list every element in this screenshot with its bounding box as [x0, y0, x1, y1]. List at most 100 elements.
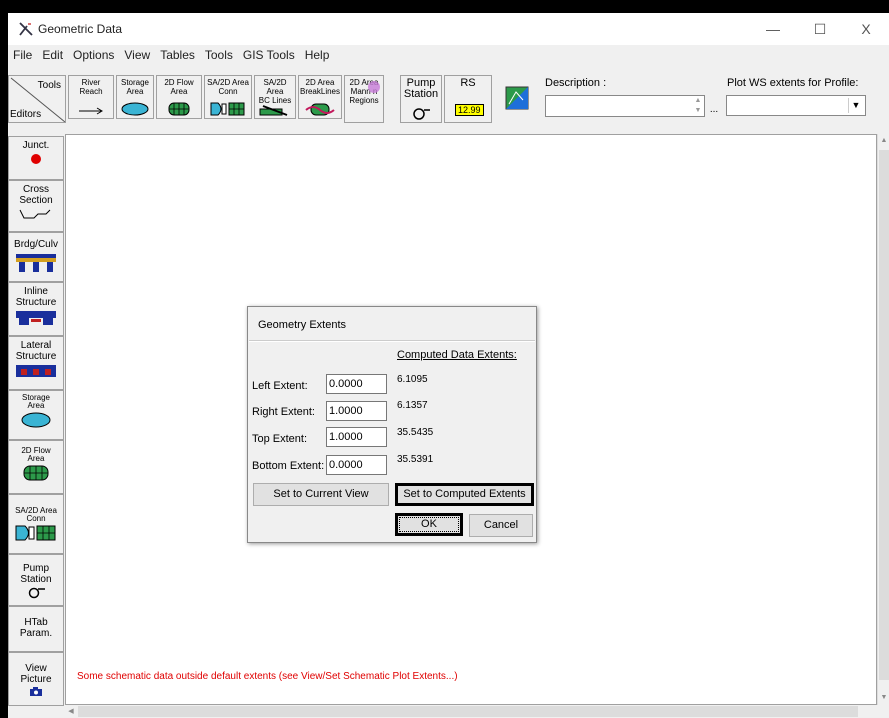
right-extent-input[interactable]: 1.0000 [326, 401, 387, 421]
cross-section-icon [19, 209, 51, 219]
bottom-extent-computed: 35.5391 [397, 454, 434, 465]
river-station-button[interactable]: RS 12.99 [444, 75, 492, 123]
menu-bar: File Edit Options View Tables Tools GIS Tools H… [8, 45, 889, 65]
breaklines-icon [305, 103, 335, 116]
2d-flow-area-icon [23, 465, 49, 481]
left-extent-input[interactable]: 0.0000 [326, 374, 387, 394]
menu-edit[interactable]: Edit [37, 45, 68, 62]
bridge-culvert-icon [16, 254, 56, 272]
2d-flow-area-button[interactable]: 2D Flow Area [156, 75, 202, 119]
sa-2d-conn-icon [210, 102, 245, 116]
pump-station-label: Pump Station [403, 77, 439, 100]
storage-area-icon [121, 102, 149, 116]
scroll-down-icon[interactable]: ▼ [878, 691, 889, 705]
sidebar-item-cross-section[interactable]: Cross Section [8, 180, 64, 232]
menu-help[interactable]: Help [300, 45, 335, 62]
menu-file[interactable]: File [8, 45, 37, 62]
left-extent-computed: 6.1095 [397, 374, 428, 385]
2d-flow-area-label: 2D Flow Area [164, 78, 194, 96]
bc-lines-label: SA/2D Area BC Lines [258, 78, 292, 105]
menu-options[interactable]: Options [68, 45, 119, 62]
dialog-title: Geometry Extents [258, 319, 347, 331]
2d-flow-area-sidebar-label: 2D Flow Area [21, 446, 51, 463]
horizontal-scroll-thumb[interactable] [78, 706, 858, 717]
sidebar-item-storage-area[interactable]: Storage Area [8, 390, 64, 440]
sidebar-item-lateral-structure[interactable]: Lateral Structure [8, 336, 64, 390]
scroll-left-icon[interactable]: ◀ [65, 705, 77, 718]
view-picture-label: View Picture [20, 663, 52, 685]
description-label: Description : [545, 77, 607, 89]
right-extent-label: Right Extent: [252, 406, 315, 418]
manning-regions-button[interactable]: 2D Area Mann n Regions [344, 75, 384, 123]
sidebar-item-inline-structure[interactable]: Inline Structure [8, 282, 64, 336]
river-reach-label: River Reach [79, 78, 103, 96]
camera-icon [30, 687, 42, 696]
description-input[interactable] [545, 95, 705, 117]
georef-button[interactable] [502, 83, 532, 113]
htab-param-label: HTab Param. [19, 617, 53, 639]
sidebar-item-bridge-culvert[interactable]: Brdg/Culv [8, 232, 64, 282]
sidebar-item-sa-2d-conn[interactable]: SA/2D Area Conn [8, 494, 64, 554]
status-message: Some schematic data outside default exte… [77, 671, 458, 682]
junction-red-dot-icon [31, 154, 41, 164]
app-icon [19, 22, 33, 36]
river-reach-button[interactable]: River Reach [68, 75, 114, 119]
sidebar-item-view-picture[interactable]: View Picture [8, 652, 64, 706]
junction-label: Junct. [22, 140, 50, 151]
close-button[interactable]: X [843, 13, 889, 45]
top-extent-computed: 35.5435 [397, 427, 434, 438]
toolbar: Tools Editors River Reach Storage Area 2… [8, 65, 889, 129]
pump-station-sidebar-label: Pump Station [20, 563, 52, 585]
set-computed-extents-button[interactable]: Set to Computed Extents [395, 483, 534, 506]
storage-area-button[interactable]: Storage Area [116, 75, 154, 119]
sidebar-item-htab-param[interactable]: HTab Param. [8, 606, 64, 652]
horizontal-scrollbar[interactable]: ◀ [65, 705, 877, 718]
rs-badge: 12.99 [455, 104, 484, 116]
tools-editors-header: Tools Editors [8, 75, 66, 123]
scroll-up-icon[interactable]: ▲ [878, 134, 889, 148]
vertical-scrollbar[interactable]: ▲ ▼ [877, 134, 889, 705]
set-computed-extents-label: Set to Computed Extents [403, 488, 526, 500]
sa-2d-conn-label: SA/2D Area Conn [207, 78, 249, 96]
cross-section-label: Cross Section [19, 184, 53, 206]
description-spinner[interactable]: ▲ ▼ [693, 96, 703, 116]
chevron-down-icon[interactable]: ▼ [848, 98, 863, 113]
set-current-view-button[interactable]: Set to Current View [253, 483, 389, 506]
georef-map-icon [505, 86, 529, 110]
pump-station-button[interactable]: Pump Station [400, 75, 442, 123]
top-extent-input[interactable]: 1.0000 [326, 427, 387, 447]
maximize-button[interactable]: ☐ [797, 13, 843, 45]
sidebar-item-junction[interactable]: Junct. [8, 136, 64, 180]
plot-ws-profile-select[interactable]: ▼ [726, 95, 866, 116]
bottom-extent-label: Bottom Extent: [252, 460, 325, 472]
plot-ws-label: Plot WS extents for Profile: [727, 77, 859, 89]
menu-gis-tools[interactable]: GIS Tools [238, 45, 300, 62]
menu-tables[interactable]: Tables [155, 45, 200, 62]
computed-extents-header: Computed Data Extents: [397, 349, 517, 361]
bc-lines-button[interactable]: SA/2D Area BC Lines [254, 75, 296, 119]
ok-label: OK [399, 517, 459, 532]
geometry-extents-dialog: Geometry Extents Computed Data Extents: … [247, 306, 537, 543]
ok-button[interactable]: OK [395, 513, 463, 536]
cancel-button[interactable]: Cancel [469, 514, 533, 537]
menu-tools[interactable]: Tools [200, 45, 238, 62]
sa-2d-conn-button[interactable]: SA/2D Area Conn [204, 75, 252, 119]
menu-view[interactable]: View [119, 45, 155, 62]
pump-station-icon [28, 587, 45, 599]
sidebar-item-2d-flow-area[interactable]: 2D Flow Area [8, 440, 64, 494]
editors-sidebar: Junct. Cross Section Brdg/Culv Inline St… [8, 136, 64, 706]
bottom-extent-input[interactable]: 0.0000 [326, 455, 387, 475]
manning-regions-icon [368, 81, 380, 93]
geometric-data-window: Geometric Data — ☐ X File Edit Options View… [8, 13, 889, 718]
sidebar-item-pump-station[interactable]: Pump Station [8, 554, 64, 606]
vertical-scroll-thumb[interactable] [879, 150, 889, 680]
description-ellipsis-button[interactable]: ... [707, 105, 721, 119]
bridge-culvert-label: Brdg/Culv [14, 239, 58, 250]
breaklines-button[interactable]: 2D Area BreakLines [298, 75, 342, 119]
inline-structure-label: Inline Structure [15, 286, 57, 308]
storage-area-icon [21, 412, 51, 428]
left-extent-label: Left Extent: [252, 380, 308, 392]
sa-2d-conn-sidebar-label: SA/2D Area Conn [15, 506, 57, 523]
pump-station-icon [413, 108, 430, 120]
minimize-button[interactable]: — [750, 13, 796, 45]
